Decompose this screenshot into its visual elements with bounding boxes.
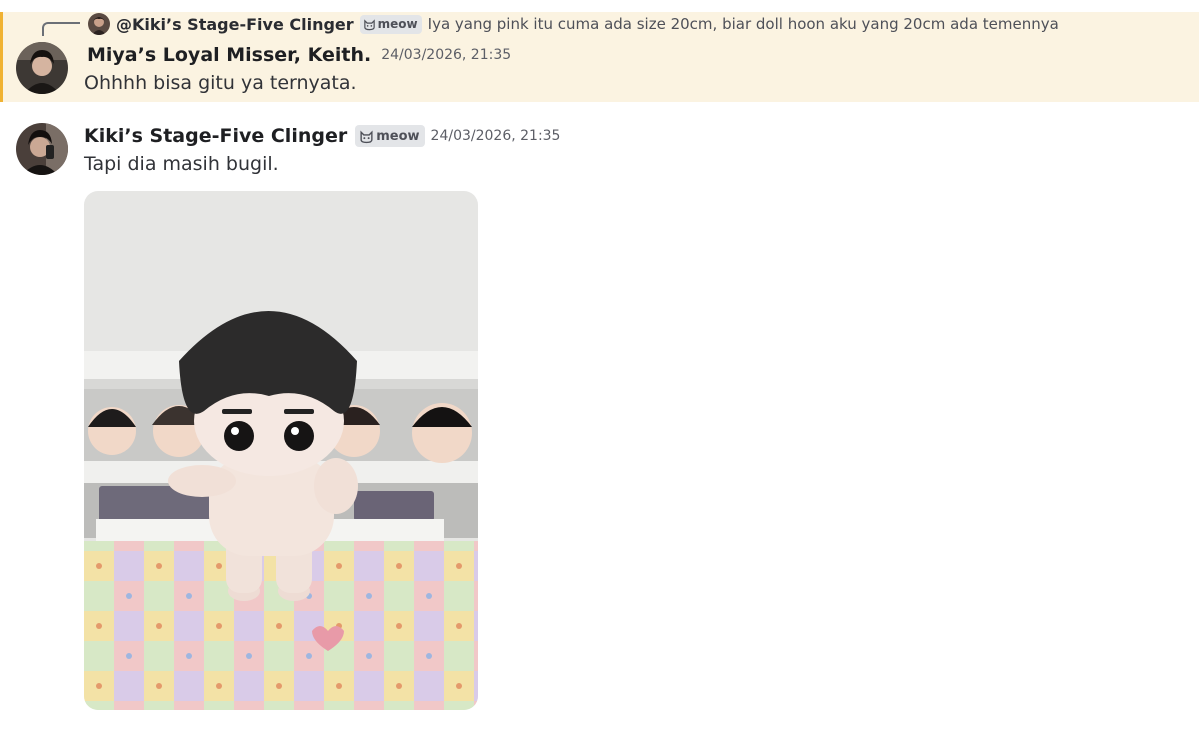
tag-label: meow (377, 17, 418, 31)
avatar[interactable] (16, 42, 68, 94)
server-tag[interactable]: meow (355, 125, 425, 147)
timestamp[interactable]: 24/03/2026, 21:35 (431, 128, 561, 144)
message-highlighted[interactable]: @Kiki’s Stage-Five Clinger meow Iya yang… (0, 12, 1199, 102)
reply-spine (42, 22, 80, 36)
author-name[interactable]: Miya’s Loyal Misser, Keith. (87, 44, 371, 66)
author-name[interactable]: Kiki’s Stage-Five Clinger (84, 125, 347, 147)
message-text: Ohhhh bisa gitu ya ternyata. (84, 72, 357, 94)
reply-avatar[interactable] (88, 13, 110, 35)
timestamp[interactable]: 24/03/2026, 21:35 (381, 47, 511, 63)
message-header: Kiki’s Stage-Five Clinger meow 24/03/202… (84, 125, 560, 147)
message-header: Miya’s Loyal Misser, Keith. 24/03/2026, … (87, 44, 511, 66)
reply-author[interactable]: @Kiki’s Stage-Five Clinger (116, 15, 354, 34)
chat-view: @Kiki’s Stage-Five Clinger meow Iya yang… (0, 0, 1199, 732)
message-text: Tapi dia masih bugil. (84, 153, 279, 175)
doll-photo (84, 191, 478, 710)
cat-icon (363, 18, 375, 30)
reply-reference[interactable]: @Kiki’s Stage-Five Clinger meow Iya yang… (88, 12, 1059, 36)
server-tag[interactable]: meow (359, 14, 422, 34)
avatar[interactable] (16, 123, 68, 175)
image-attachment[interactable] (84, 191, 478, 710)
cat-icon (360, 130, 373, 143)
reply-preview-text[interactable]: Iya yang pink itu cuma ada size 20cm, bi… (428, 15, 1059, 33)
tag-label: meow (376, 128, 420, 144)
